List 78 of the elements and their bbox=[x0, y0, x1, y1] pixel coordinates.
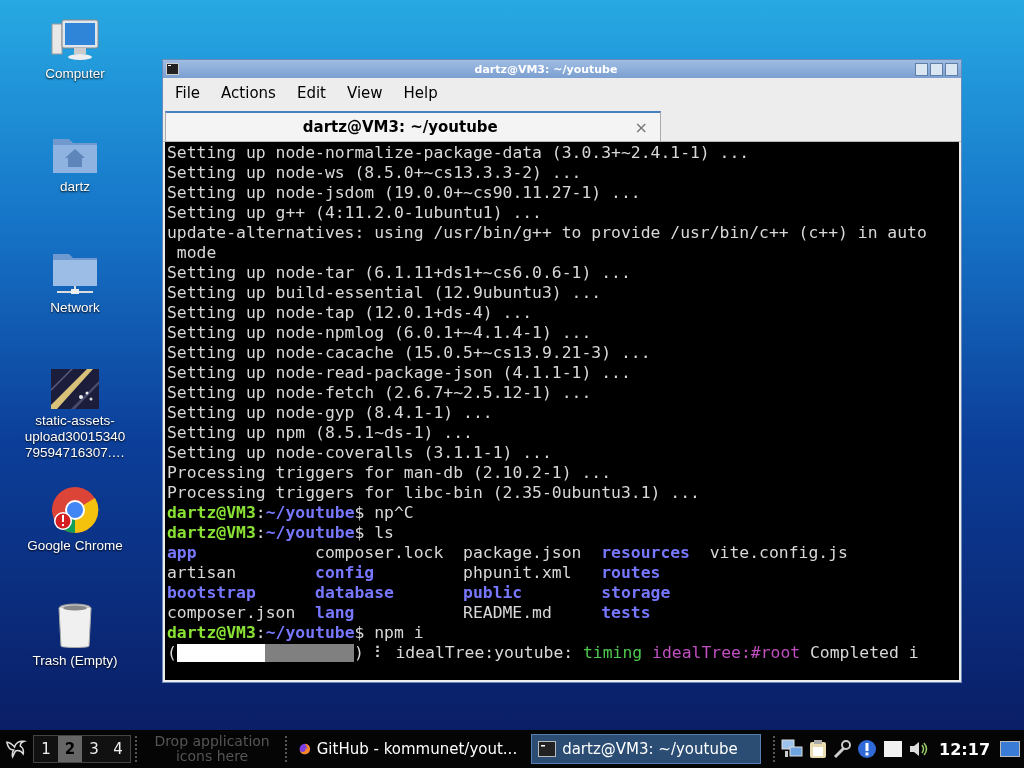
info-icon[interactable] bbox=[857, 739, 878, 759]
menu-item[interactable]: Actions bbox=[213, 84, 284, 102]
terminal-tab[interactable]: dartz@VM3: ~/youtube × bbox=[165, 111, 661, 141]
file-name: phpunit.xml bbox=[463, 563, 572, 583]
terminal-icon bbox=[166, 63, 179, 75]
workspace-button[interactable]: 3 bbox=[81, 736, 106, 762]
clock: 12:17 bbox=[939, 739, 990, 759]
terminal-line: Setting up node-tar (6.1.11+ds1+~cs6.0.6-1) ... bbox=[167, 263, 632, 283]
terminal-line: Setting up g++ (4:11.2.0-1ubuntu1) ... bbox=[167, 203, 543, 223]
terminal-line: Setting up node-read-package-json (4.1.1-1) ... bbox=[167, 363, 632, 383]
terminal-line: Setting up node-tap (12.0.1+ds-4) ... bbox=[167, 303, 534, 323]
task-button[interactable]: GitHub - kommunet/yout... bbox=[293, 734, 524, 764]
bird-logo-icon[interactable] bbox=[4, 738, 27, 760]
file-name: composer.lock bbox=[315, 543, 444, 563]
tab-close-button[interactable]: × bbox=[634, 117, 648, 137]
trash-icon bbox=[57, 603, 93, 649]
terminal-line: Processing triggers for man-db (2.10.2-1) ... bbox=[167, 463, 613, 483]
workspace-button[interactable]: 1 bbox=[33, 736, 58, 762]
network-folder-icon bbox=[51, 252, 99, 296]
workspace-button[interactable]: 4 bbox=[105, 736, 130, 762]
terminal-line: Setting up node-fetch (2.6.7+~2.5.12-1) ... bbox=[167, 383, 593, 403]
minimize-button[interactable] bbox=[915, 62, 928, 76]
terminal-line: Setting up node-npmlog (6.0.1+~4.1.4-1) ... bbox=[167, 323, 593, 343]
workspace-button[interactable]: 2 bbox=[57, 736, 82, 762]
prompt-line: dartz@VM3:~/youtube$ ls bbox=[167, 523, 395, 543]
terminal-line: update-alternatives: using /usr/bin/g++ to provide /usr/bin/c++ (c++) in auto bbox=[167, 223, 928, 243]
terminal-line: Setting up build-essential (12.9ubuntu3) ... bbox=[167, 283, 603, 303]
terminal-text: ( bbox=[167, 643, 177, 663]
drive-icon[interactable] bbox=[883, 740, 904, 758]
file-name: tests bbox=[601, 603, 651, 623]
terminal-line: Setting up node-normalize-package-data (3.0.3+~2.4.1-1) ... bbox=[167, 143, 751, 163]
menu-item[interactable]: Edit bbox=[288, 84, 334, 102]
browser-logo-icon bbox=[51, 486, 99, 534]
file-name: package.json bbox=[463, 543, 582, 563]
terminal-line: Setting up node-jsdom (19.0.0+~cs90.11.27-1) ... bbox=[167, 183, 642, 203]
file-name: app bbox=[167, 543, 197, 563]
terminal-line: Processing triggers for libc-bin (2.35-0ubuntu3.1) ... bbox=[167, 483, 701, 503]
desktop-icon-label[interactable]: Google Chrome bbox=[22, 538, 128, 554]
desktop-icon-label[interactable]: static-assets-upload3001534079594716307.… bbox=[22, 413, 128, 461]
menu-item[interactable]: View bbox=[338, 84, 391, 102]
terminal-line: Setting up node-coveralls (3.1.1-1) ... bbox=[167, 443, 553, 463]
file-name: resources bbox=[601, 543, 690, 563]
file-name: routes bbox=[601, 563, 661, 583]
desktop-icon-label[interactable]: dartz bbox=[22, 179, 128, 195]
close-button[interactable] bbox=[945, 62, 958, 76]
maximize-button[interactable] bbox=[930, 62, 943, 76]
file-name: public bbox=[463, 583, 523, 603]
prompt-line: dartz@VM3:~/youtube$ npm i bbox=[167, 623, 425, 643]
computer-icon bbox=[50, 18, 100, 62]
network-icon[interactable] bbox=[781, 739, 804, 759]
volume-icon[interactable] bbox=[909, 740, 930, 758]
file-name: bootstrap bbox=[167, 583, 256, 603]
terminal-line: mode bbox=[175, 243, 218, 263]
file-name: database bbox=[315, 583, 394, 603]
terminal-text: ) bbox=[353, 643, 364, 663]
launcher-hint: Drop application icons here bbox=[153, 734, 271, 764]
file-name: README.md bbox=[463, 603, 552, 623]
terminal-line: Setting up npm (8.5.1~ds-1) ... bbox=[167, 423, 474, 443]
terminal-line: Setting up node-ws (8.5.0+~cs13.3.3-2) ... bbox=[167, 163, 583, 183]
desktop-icon-label[interactable]: Trash (Empty) bbox=[22, 653, 128, 669]
spinner-text: ⠇ bbox=[372, 643, 386, 663]
terminal-line: Setting up node-cacache (15.0.5+~cs13.9.21-3) ... bbox=[167, 343, 652, 363]
file-name: vite.config.js bbox=[709, 543, 848, 563]
terminal-icon bbox=[538, 741, 557, 757]
terminal-line: Setting up node-gyp (8.4.1-1) ... bbox=[167, 403, 494, 423]
file-name: lang bbox=[315, 603, 355, 623]
menu-item[interactable]: Help bbox=[395, 84, 446, 102]
menu-item[interactable]: File bbox=[167, 84, 209, 102]
file-name: storage bbox=[601, 583, 671, 603]
file-name: composer.json bbox=[167, 603, 296, 623]
file-name: artisan bbox=[167, 563, 237, 583]
file-name: config bbox=[315, 563, 375, 583]
status-line: idealTree:youtube: timing idealTree:#root Completed i bbox=[394, 643, 919, 663]
desktop-icon-label[interactable]: Network bbox=[22, 300, 128, 316]
task-button[interactable]: dartz@VM3: ~/youtube bbox=[531, 734, 762, 764]
window-title: dartz@VM3: ~/youtube bbox=[473, 62, 619, 76]
prompt-line: dartz@VM3:~/youtube$ np^C bbox=[167, 503, 415, 523]
clipboard-icon[interactable] bbox=[809, 739, 828, 759]
